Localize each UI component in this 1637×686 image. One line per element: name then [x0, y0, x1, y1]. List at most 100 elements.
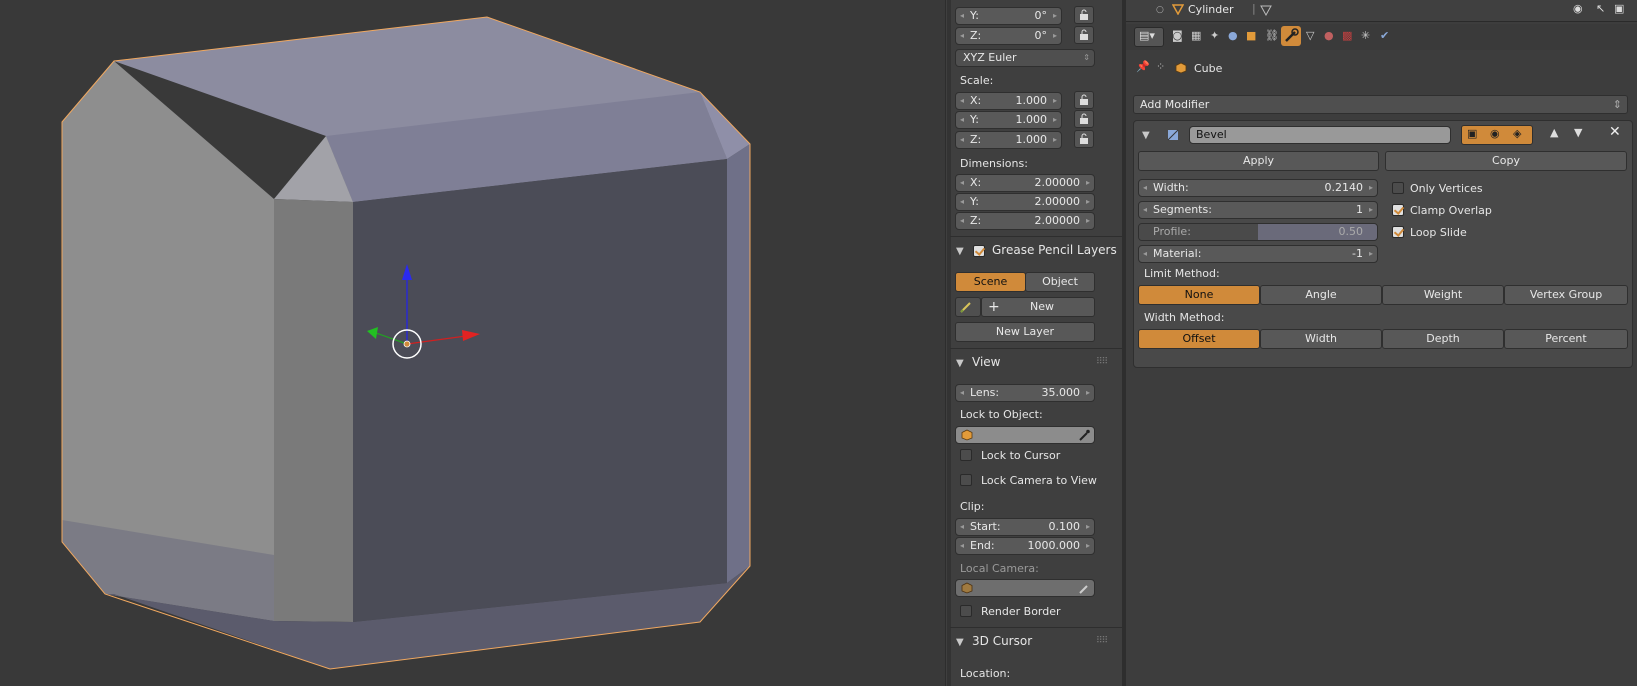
properties-tabs: ▤▾ ◙ ▦ ✦ ● ■ ⛓ ▽ ● ▩ ✳ ✔	[1126, 24, 1637, 50]
render-tab-icon[interactable]: ◙	[1172, 29, 1183, 42]
lock-to-object-field[interactable]	[955, 426, 1095, 444]
data-tab-icon[interactable]: ▽	[1306, 29, 1314, 42]
only-vertices-label: Only Vertices	[1410, 182, 1483, 195]
width-method-width[interactable]: Width	[1260, 329, 1382, 349]
cube-right-bevel	[727, 144, 750, 583]
clamp-overlap-label: Clamp Overlap	[1410, 204, 1492, 217]
clip-end-field[interactable]: ◂ End: 1000.000 ▸	[955, 537, 1095, 555]
move-up-icon[interactable]: ▲	[1550, 126, 1558, 139]
copy-button[interactable]: Copy	[1385, 151, 1627, 171]
constraints-tab-icon[interactable]: ⛓	[1265, 29, 1279, 42]
outliner-item-cylinder[interactable]: Cylinder	[1188, 3, 1234, 16]
grease-pencil-new-button[interactable]: + New	[981, 297, 1095, 317]
particles-tab-icon[interactable]: ✳	[1361, 29, 1370, 42]
lock-to-cursor-checkbox[interactable]	[960, 449, 972, 461]
loop-slide-checkbox[interactable]	[1392, 226, 1404, 238]
grease-pencil-scene-tab[interactable]: Scene	[955, 272, 1026, 292]
render-layers-tab-icon[interactable]: ▦	[1191, 29, 1201, 42]
dimension-z-field[interactable]: ◂ Z: 2.00000 ▸	[955, 212, 1095, 230]
expand-dot-icon[interactable]: ○	[1156, 5, 1164, 15]
visibility-eye-icon[interactable]: ◉	[1573, 2, 1583, 15]
render-border-checkbox[interactable]	[960, 605, 972, 617]
grease-pencil-panel-header[interactable]: ▼ Grease Pencil Layers	[956, 243, 1121, 265]
add-modifier-select[interactable]: Add Modifier ⇕	[1133, 95, 1628, 114]
lock-icon[interactable]	[1074, 26, 1094, 44]
grease-pencil-object-tab[interactable]: Object	[1025, 272, 1095, 292]
rotation-y-field[interactable]: ◂ Y: 0° ▸	[955, 7, 1062, 25]
limit-method-weight[interactable]: Weight	[1382, 285, 1504, 305]
bevel-width-field[interactable]: ◂ Width: 0.2140 ▸	[1138, 179, 1378, 197]
beveled-cube	[61, 16, 751, 670]
grease-pencil-enable-checkbox[interactable]	[973, 245, 985, 257]
plus-icon: +	[988, 299, 1000, 315]
limit-method-none[interactable]: None	[1138, 285, 1260, 305]
width-method-percent[interactable]: Percent	[1504, 329, 1628, 349]
grease-pencil-title: Grease Pencil Layers	[992, 243, 1117, 257]
material-tab-icon[interactable]: ●	[1324, 29, 1334, 42]
eyedropper-icon[interactable]	[1078, 429, 1090, 441]
close-icon[interactable]: ✕	[1609, 124, 1621, 140]
limit-method-angle[interactable]: Angle	[1260, 285, 1382, 305]
physics-tab-icon[interactable]: ✔	[1380, 29, 1389, 42]
modifier-name-input[interactable]: Bevel	[1189, 126, 1451, 144]
view-panel-header[interactable]: ▼ View ⠿⠿	[956, 355, 1121, 377]
local-camera-field[interactable]	[955, 579, 1095, 597]
eyedropper-icon[interactable]	[1078, 582, 1090, 594]
modifier-visibility-toggles: ▣ ◉ ◈	[1461, 125, 1533, 145]
modifiers-tab-wrench-icon[interactable]	[1281, 26, 1301, 46]
lock-icon[interactable]	[1074, 91, 1094, 109]
clip-start-field[interactable]: ◂ Start: 0.100 ▸	[955, 518, 1095, 536]
scale-z-field[interactable]: ◂ Z: 1.000 ▸	[955, 131, 1062, 149]
lens-field[interactable]: ◂ Lens: 35.000 ▸	[955, 384, 1095, 402]
object-tab-icon[interactable]: ■	[1246, 29, 1256, 42]
bevel-profile-slider[interactable]: Profile: 0.50	[1138, 223, 1378, 241]
shelf-scrollbar[interactable]	[947, 0, 951, 686]
cube-front-face	[353, 159, 727, 622]
apply-button[interactable]: Apply	[1138, 151, 1379, 171]
3d-viewport[interactable]	[0, 0, 945, 686]
render-camera-icon[interactable]: ▣	[1467, 127, 1477, 140]
render-camera-icon[interactable]: ▣	[1614, 2, 1624, 15]
width-method-label: Width Method:	[1144, 311, 1225, 324]
width-method-offset[interactable]: Offset	[1138, 329, 1260, 349]
pin-icon[interactable]: 📌	[1136, 60, 1150, 73]
select-cursor-icon[interactable]: ↖	[1596, 2, 1605, 15]
drag-grip-icon[interactable]: ⠿⠿	[1096, 357, 1108, 367]
pencil-icon[interactable]	[955, 297, 981, 317]
only-vertices-checkbox[interactable]	[1392, 182, 1404, 194]
3d-cursor-panel-header[interactable]: ▼ 3D Cursor ⠿⠿	[956, 634, 1121, 656]
world-tab-icon[interactable]: ●	[1228, 29, 1238, 42]
bevel-modifier-panel: ▼ Bevel ▣ ◉ ◈ ▲ ▼ ✕ Apply Copy ◂ Width: 0.…	[1133, 120, 1633, 368]
collapse-triangle-icon[interactable]: ▼	[1142, 130, 1150, 141]
lock-camera-label: Lock Camera to View	[981, 474, 1097, 487]
dimensions-label: Dimensions:	[960, 157, 1028, 170]
cube-icon	[1175, 62, 1187, 74]
editor-type-icon[interactable]: ▤▾	[1134, 27, 1164, 47]
lock-icon[interactable]	[1074, 6, 1094, 24]
limit-method-vertex-group[interactable]: Vertex Group	[1504, 285, 1628, 305]
scene-tab-icon[interactable]: ✦	[1210, 29, 1219, 42]
scale-x-field[interactable]: ◂ X: 1.000 ▸	[955, 92, 1062, 110]
bevel-segments-field[interactable]: ◂ Segments: 1 ▸	[1138, 201, 1378, 219]
mesh-triangle-icon	[1172, 4, 1184, 15]
rotation-z-field[interactable]: ◂ Z: 0° ▸	[955, 27, 1062, 45]
scale-y-field[interactable]: ◂ Y: 1.000 ▸	[955, 111, 1062, 129]
properties-editor: ○ Cylinder | ◉ ↖ ▣ ▤▾ ◙ ▦ ✦ ● ■ ⛓ ▽ ● ▩ …	[1126, 0, 1637, 686]
move-down-icon[interactable]: ▼	[1574, 126, 1582, 139]
drag-grip-icon[interactable]: ⠿⠿	[1096, 636, 1108, 646]
clamp-overlap-checkbox[interactable]	[1392, 204, 1404, 216]
lock-icon[interactable]	[1074, 130, 1094, 148]
lock-icon[interactable]	[1074, 110, 1094, 128]
lock-camera-checkbox[interactable]	[960, 474, 972, 486]
new-layer-button[interactable]: New Layer	[955, 322, 1095, 342]
rotation-mode-select[interactable]: XYZ Euler ⇕	[955, 49, 1095, 67]
dimension-x-field[interactable]: ◂ X: 2.00000 ▸	[955, 174, 1095, 192]
camera-object-icon	[961, 582, 973, 594]
bevel-material-field[interactable]: ◂ Material: -1 ▸	[1138, 245, 1378, 263]
dimension-y-field[interactable]: ◂ Y: 2.00000 ▸	[955, 193, 1095, 211]
cube-icon	[961, 429, 973, 441]
texture-tab-icon[interactable]: ▩	[1342, 29, 1352, 42]
edit-mode-icon[interactable]: ◈	[1513, 127, 1521, 140]
eye-icon[interactable]: ◉	[1490, 127, 1500, 140]
width-method-depth[interactable]: Depth	[1382, 329, 1504, 349]
